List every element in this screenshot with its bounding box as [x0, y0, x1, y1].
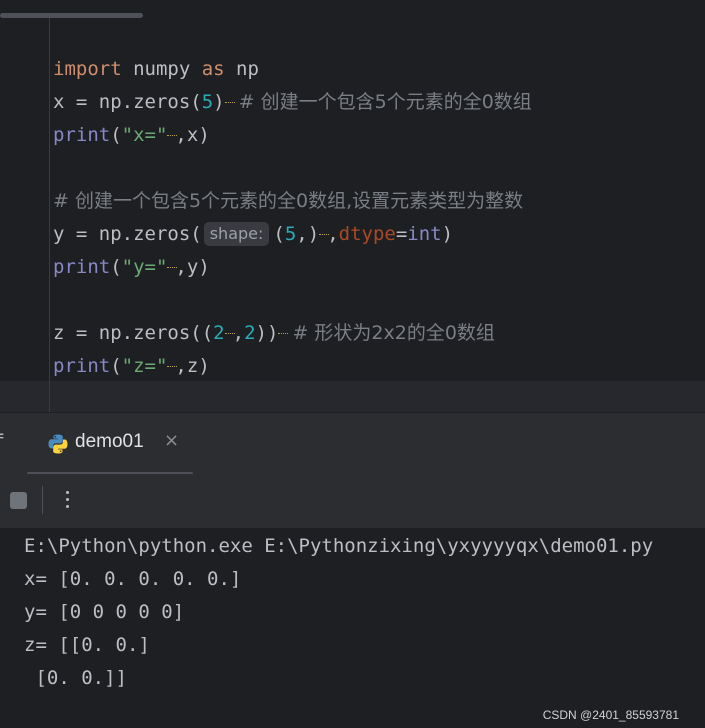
run-tab-bar: demo01 × [0, 412, 705, 475]
console-line: [0. 0.]] [24, 667, 127, 689]
number-literal: 5 [284, 223, 297, 245]
code-text: y) [186, 256, 210, 278]
current-line-highlight [0, 381, 705, 412]
string-literal: "z=" [121, 355, 168, 377]
code-comment: # 创建一个包含5个元素的全0数组,设置元素类型为整数 [53, 190, 524, 212]
code-comment: # 创建一个包含5个元素的全0数组 [232, 91, 532, 113]
code-text: ( [273, 223, 285, 245]
number-literal: 5 [201, 91, 214, 113]
watermark: CSDN @2401_85593781 [542, 708, 679, 722]
indent-guide [49, 18, 50, 412]
keyword-as: as [201, 58, 225, 80]
builtin-int: int [407, 223, 442, 245]
code-text: ) [213, 91, 225, 113]
string-literal: "y=" [121, 256, 168, 278]
toolbar-divider [42, 486, 43, 514]
console-line: E:\Python\python.exe E:\Pythonzixing\yxy… [24, 535, 654, 557]
code-line-10[interactable]: print("z=" ,z) [53, 350, 210, 383]
string-literal: "x=" [121, 124, 168, 146]
console-output[interactable]: E:\Python\python.exe E:\Pythonzixing\yxy… [0, 528, 705, 728]
code-text: ( [110, 124, 122, 146]
builtin-print: print [53, 355, 111, 377]
python-icon [48, 434, 68, 454]
tab-label: demo01 [75, 431, 144, 452]
code-text: = [395, 223, 408, 245]
code-text: y = np.zeros( [53, 223, 202, 245]
code-line-9[interactable]: z = np.zeros((2,2)) # 形状为2x2的全0数组 [53, 317, 495, 350]
number-literal: 2 [213, 322, 225, 344]
code-line-6[interactable]: y = np.zeros(shape: (5,) ,dtype=int) [53, 218, 453, 251]
parameter-hint: shape: [203, 222, 270, 246]
builtin-print: print [53, 256, 111, 278]
keyword-import: import [53, 58, 122, 80]
truncated-tab-label[interactable]: f [0, 431, 5, 452]
close-icon[interactable]: × [164, 430, 179, 451]
keyword-argument: dtype [338, 223, 396, 245]
code-text: x = np.zeros( [53, 91, 202, 113]
code-line-7[interactable]: print("y=" ,y) [53, 251, 210, 284]
code-text: ,) [296, 223, 320, 245]
code-line-5[interactable]: # 创建一个包含5个元素的全0数组,设置元素类型为整数 [53, 185, 523, 218]
code-line-3[interactable]: print("x=" ,x) [53, 119, 210, 152]
builtin-print: print [53, 124, 111, 146]
number-literal: 2 [244, 322, 256, 344]
code-line-2[interactable]: x = np.zeros(5) # 创建一个包含5个元素的全0数组 [53, 86, 532, 119]
console-line: z= [[0. 0.] [24, 634, 150, 656]
module-alias: np [224, 58, 259, 80]
code-text: )) [255, 322, 279, 344]
code-comment: # 形状为2x2的全0数组 [286, 322, 495, 344]
code-text: ) [441, 223, 454, 245]
console-line: x= [0. 0. 0. 0. 0.] [24, 568, 242, 590]
code-text: ( [110, 256, 122, 278]
horizontal-scrollbar[interactable] [0, 0, 705, 18]
code-text: ( [110, 355, 122, 377]
code-line-1[interactable]: import numpy as np [53, 53, 259, 86]
code-text: x) [186, 124, 210, 146]
module-name: numpy [121, 58, 202, 80]
code-text: z = np.zeros(( [53, 322, 214, 344]
code-editor[interactable]: import numpy as np x = np.zeros(5) # 创建一… [0, 0, 705, 412]
stop-icon[interactable] [10, 492, 27, 509]
console-line: y= [0 0 0 0 0] [24, 601, 185, 623]
more-vertical-icon[interactable] [60, 484, 76, 516]
code-text: z) [186, 355, 210, 377]
tab-demo01[interactable]: demo01 × [27, 413, 193, 475]
run-toolbar [0, 474, 705, 528]
scrollbar-thumb[interactable] [0, 13, 143, 18]
